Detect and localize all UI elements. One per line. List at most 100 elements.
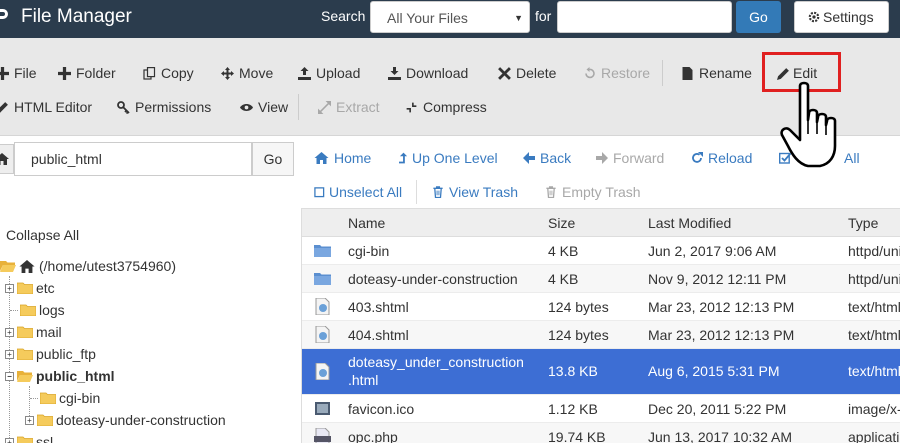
- home-tree-button[interactable]: [0, 144, 14, 174]
- toolbar-divider: [662, 60, 663, 86]
- key-icon: [117, 100, 130, 114]
- web-file-icon: [315, 326, 330, 343]
- upload-button[interactable]: Upload: [298, 65, 360, 81]
- unselect-all-button[interactable]: Unselect All: [314, 184, 402, 200]
- table-row[interactable]: favicon.ico 1.12 KB Dec 20, 2011 5:22 PM…: [302, 395, 900, 423]
- extract-label: Extract: [336, 99, 380, 115]
- table-row[interactable]: 404.shtml 124 bytes Mar 23, 2012 12:13 P…: [302, 321, 900, 349]
- home-button[interactable]: Home: [314, 150, 371, 166]
- view-button[interactable]: View: [240, 99, 288, 115]
- compress-button[interactable]: Compress: [405, 99, 487, 115]
- folder-icon: [37, 414, 53, 426]
- column-header-name[interactable]: Name: [348, 215, 385, 231]
- table-row-selected[interactable]: doteasy_under_construction .html 13.8 KB…: [302, 349, 900, 395]
- image-file-icon: [315, 402, 330, 415]
- file-name: 404.shtml: [348, 327, 409, 343]
- restore-button[interactable]: Restore: [583, 65, 650, 81]
- square-icon: [314, 187, 325, 198]
- header-bar: File Manager Search All Your Files ▼ for…: [0, 0, 900, 38]
- tree-item-doteasy-under-construction[interactable]: + doteasy-under-construction: [25, 411, 226, 429]
- view-trash-button[interactable]: View Trash: [432, 184, 518, 200]
- rename-button[interactable]: Rename: [681, 65, 752, 81]
- delete-button[interactable]: Delete: [498, 65, 556, 81]
- home-icon: [19, 259, 35, 273]
- search-label: Search: [321, 8, 366, 24]
- folder-open-icon: [17, 371, 33, 382]
- up-one-level-button[interactable]: Up One Level: [399, 150, 498, 166]
- tree-root[interactable]: (/home/utest3754960): [0, 257, 176, 275]
- cpanel-logo-icon: [0, 9, 8, 23]
- toolbar-divider: [298, 94, 299, 120]
- pencil-icon: [0, 101, 8, 113]
- close-icon: [498, 66, 511, 80]
- trash-icon: [433, 186, 443, 198]
- file-type: text/html: [848, 363, 900, 379]
- path-go-button[interactable]: Go: [252, 142, 294, 176]
- move-button[interactable]: Move: [221, 65, 273, 81]
- folder-icon: [314, 273, 331, 285]
- search-input[interactable]: [557, 1, 732, 33]
- file-modified: Aug 6, 2015 5:31 PM: [648, 363, 780, 379]
- folder-icon: [17, 348, 33, 360]
- expand-icon: +: [25, 415, 34, 425]
- collapse-icon: −: [5, 371, 14, 381]
- forward-button[interactable]: Forward: [596, 150, 664, 166]
- table-row[interactable]: doteasy-under-construction 4 KB Nov 9, 2…: [302, 265, 900, 293]
- file-table: Name Size Last Modified Type cgi-bin 4 K…: [301, 208, 900, 443]
- copy-button[interactable]: Copy: [143, 65, 194, 81]
- file-size: 13.8 KB: [548, 363, 598, 379]
- reload-label: Reload: [708, 150, 753, 166]
- file-type: text/html: [848, 327, 900, 343]
- tree-item-public-html[interactable]: − public_html: [5, 367, 115, 385]
- gear-icon: [808, 11, 820, 23]
- tree-item-public-ftp[interactable]: + public_ftp: [5, 345, 96, 363]
- table-row[interactable]: 403.shtml 124 bytes Mar 23, 2012 12:13 P…: [302, 293, 900, 321]
- tree-item-etc[interactable]: + etc: [5, 279, 55, 297]
- tree-item-cgi-bin[interactable]: cgi-bin: [30, 389, 100, 407]
- reload-button[interactable]: Reload: [691, 150, 752, 166]
- expand-icon: +: [5, 349, 14, 359]
- file-name: opc.php: [348, 429, 398, 443]
- path-input[interactable]: public_html: [14, 142, 252, 176]
- column-header-type[interactable]: Type: [848, 215, 878, 231]
- tree-item-logs[interactable]: logs: [10, 301, 65, 319]
- table-row[interactable]: opc.php 19.74 KB Jun 13, 2017 10:32 AM a…: [302, 423, 900, 443]
- search-go-button[interactable]: Go: [736, 1, 781, 33]
- for-label: for: [535, 8, 552, 24]
- back-button[interactable]: Back: [523, 150, 571, 166]
- forward-label: Forward: [613, 150, 665, 166]
- chevron-down-icon: ▼: [514, 13, 523, 23]
- tree-item-mail[interactable]: + mail: [5, 323, 62, 341]
- file-modified: Nov 9, 2012 12:11 PM: [648, 271, 787, 287]
- collapse-all-link[interactable]: Collapse All: [6, 227, 79, 243]
- permissions-button[interactable]: Permissions: [117, 99, 211, 115]
- file-name: doteasy-under-construction: [348, 271, 518, 287]
- file-size: 4 KB: [548, 243, 579, 259]
- extract-button[interactable]: Extract: [318, 99, 380, 115]
- table-row[interactable]: cgi-bin 4 KB Jun 2, 2017 9:06 AM httpd/u…: [302, 237, 900, 265]
- tree-item-ssl[interactable]: + ssl: [5, 433, 53, 443]
- html-editor-button[interactable]: HTML Editor: [0, 99, 92, 115]
- file-modified: Jun 13, 2017 10:32 AM: [648, 429, 792, 443]
- copy-label: Copy: [161, 65, 194, 81]
- unselect-all-label: Unselect All: [329, 184, 403, 200]
- new-folder-button[interactable]: Folder: [58, 65, 116, 81]
- file-modified: Jun 2, 2017 9:06 AM: [648, 243, 777, 259]
- tree-item-label: logs: [39, 302, 65, 318]
- settings-button[interactable]: Settings: [794, 1, 889, 33]
- eye-icon: [240, 103, 253, 111]
- expand-icon: +: [5, 327, 14, 337]
- empty-trash-button[interactable]: Empty Trash: [545, 184, 641, 200]
- arrow-left-icon: [523, 152, 535, 164]
- new-file-button[interactable]: File: [0, 65, 37, 81]
- file-size: 4 KB: [548, 271, 579, 287]
- delete-label: Delete: [516, 65, 557, 81]
- download-button[interactable]: Download: [388, 65, 468, 81]
- web-file-icon: [315, 298, 330, 315]
- column-header-size[interactable]: Size: [548, 215, 575, 231]
- plus-icon: [58, 66, 71, 80]
- column-header-last-modified[interactable]: Last Modified: [648, 215, 731, 231]
- expand-icon: +: [5, 437, 14, 443]
- search-scope-select[interactable]: All Your Files ▼: [370, 1, 530, 33]
- folder-open-icon: [0, 261, 16, 272]
